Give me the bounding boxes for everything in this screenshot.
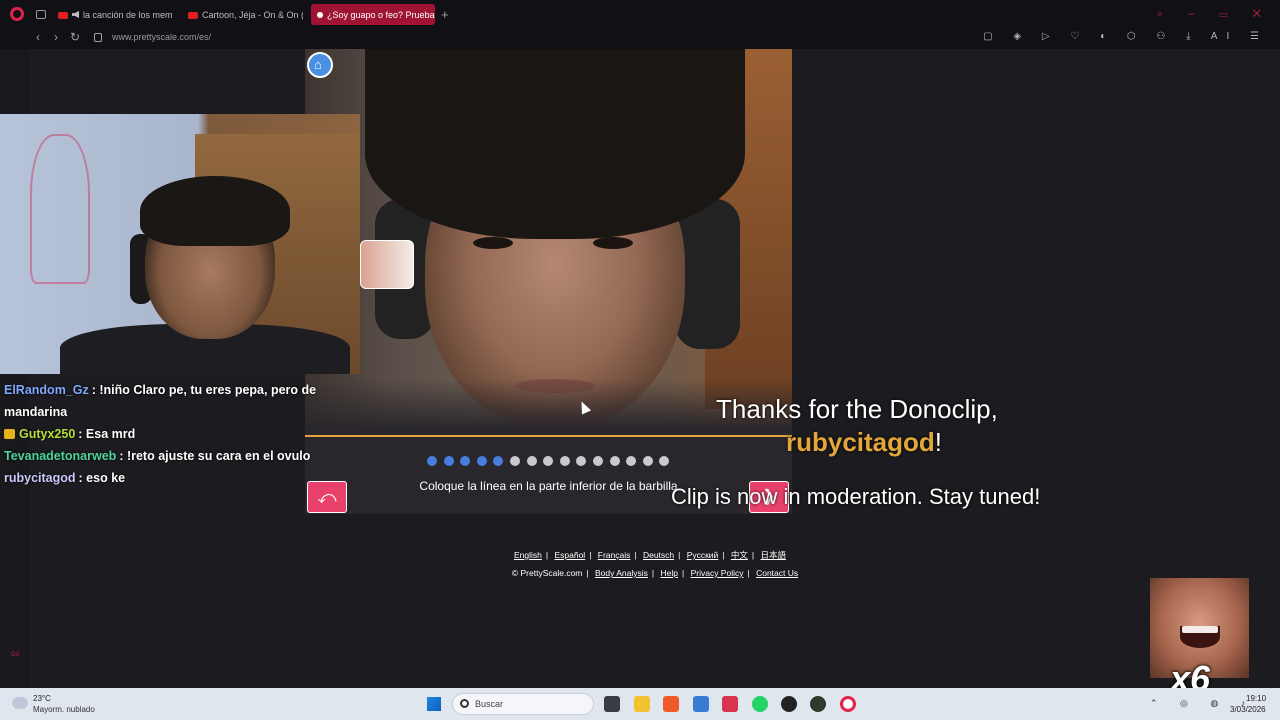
tab-prettyscale[interactable]: ¿Soy guapo o feo? Prueba (311, 4, 435, 25)
progress-dot (526, 456, 537, 466)
reload-icon[interactable]: ↻ (70, 30, 80, 44)
brave-icon[interactable] (663, 696, 679, 712)
forward-icon[interactable]: › (54, 30, 58, 44)
chat-text: : Esa mrd (78, 427, 136, 441)
opera-gx-icon[interactable] (840, 696, 856, 712)
subscriber-badge-icon (4, 429, 15, 439)
home-button[interactable]: ⌂ (307, 52, 333, 78)
progress-dot (427, 456, 437, 466)
weather-description[interactable]: Mayorm. nublado (33, 705, 95, 714)
lang-russian[interactable]: Русский (687, 550, 719, 560)
lock-icon[interactable] (94, 33, 102, 42)
body-analysis-link[interactable]: Body Analysis (595, 568, 648, 578)
tab-label: Cartoon, Jéja - On & On (f (202, 10, 303, 20)
clock-time[interactable]: 19:10 (1246, 694, 1266, 703)
chat-message: ElRandom_Gz: !niño Claro pe, tu eres pep… (4, 379, 344, 423)
lang-francais[interactable]: Français (598, 550, 631, 560)
chin-marker-line[interactable] (305, 435, 792, 437)
eye-right (593, 237, 633, 249)
lang-japanese[interactable]: 日本語 (761, 550, 787, 560)
donation-username: rubycitagod (786, 427, 935, 457)
language-links: English | Español | Français | Deutsch | Рус… (513, 550, 787, 560)
chat-message: rubycitagod: eso ke (4, 467, 344, 489)
file-explorer-icon[interactable] (634, 696, 650, 712)
donation-username-line: rubycitagod! (786, 427, 942, 458)
windows-start-icon[interactable] (427, 697, 441, 711)
lang-espanol[interactable]: Español (554, 550, 585, 560)
window-controls[interactable]: ⌕ – ▭ ✕ (1157, 8, 1272, 21)
new-tab-button[interactable]: + (441, 7, 449, 22)
face-hair (365, 49, 745, 239)
clock-date[interactable]: 3/03/2026 (1230, 705, 1266, 714)
cloud-icon[interactable] (12, 697, 28, 709)
streamer-webcam (0, 114, 360, 374)
progress-dot (642, 456, 653, 466)
chat-text: : !reto ajuste su cara en el ovulo (119, 449, 311, 463)
task-view-icon[interactable] (604, 696, 620, 712)
opera-logo-icon[interactable] (10, 7, 24, 21)
contact-us-link[interactable]: Contact Us (756, 568, 798, 578)
youtube-icon (188, 12, 198, 19)
progress-dot (559, 456, 570, 466)
eye-left (473, 237, 513, 249)
tab-label: ¿Soy guapo o feo? Prueba (327, 10, 435, 20)
lang-chinese[interactable]: 中文 (731, 550, 748, 560)
windows-taskbar: 23°C Mayorm. nublado Buscar ⌃ ◎ ◍ ♪ 19:1… (0, 688, 1280, 720)
chat-message: Gutyx250: Esa mrd (4, 423, 344, 445)
donation-exclaim: ! (934, 427, 943, 457)
speaker-icon[interactable] (72, 11, 79, 18)
chat-text: : eso ke (78, 471, 126, 485)
home-icon: ⌂ (314, 57, 322, 72)
search-icon (460, 699, 469, 708)
lang-english[interactable]: English (514, 550, 542, 560)
gx-label: GX (11, 652, 20, 658)
wall-drawing (30, 134, 90, 284)
youtube-icon (58, 12, 68, 19)
workspaces-icon[interactable] (36, 10, 46, 19)
site-favicon-icon (317, 12, 323, 18)
lang-deutsch[interactable]: Deutsch (643, 550, 674, 560)
emote-teeth (1182, 626, 1218, 633)
tab-cartoon[interactable]: Cartoon, Jéja - On & On (f (188, 4, 303, 25)
progress-dot (476, 456, 487, 466)
streamer-hair (140, 176, 290, 246)
stream-chat: ElRandom_Gz: !niño Claro pe, tu eres pep… (4, 379, 344, 489)
donation-thanks: Thanks for the Donoclip, (716, 394, 998, 424)
privacy-policy-link[interactable]: Privacy Policy (691, 568, 744, 578)
help-link[interactable]: Help (661, 568, 678, 578)
address-bar: ‹ › ↻ www.prettyscale.com/es/ ▢ ◈ ▷ ♡ ◐ … (0, 29, 1280, 49)
tab-bar: la canción de los mem Cartoon, Jéja - On… (0, 0, 1280, 29)
progress-dot (443, 456, 454, 466)
xbox-icon[interactable] (810, 696, 826, 712)
search-placeholder: Buscar (475, 699, 504, 709)
chat-username: rubycitagod (4, 471, 76, 485)
tab-label: la canción de los mem (83, 10, 173, 20)
browser-toolbar-icons[interactable]: ▢ ◈ ▷ ♡ ◐ ⬡ ⚇ ⤓ AI ☰ (983, 31, 1268, 42)
chat-username: Tevanadetonarweb (4, 449, 117, 463)
chat-username: Gutyx250 (19, 427, 76, 441)
adobe-icon[interactable] (722, 696, 738, 712)
progress-dot (593, 456, 603, 466)
notepad-icon[interactable] (693, 696, 709, 712)
weather-temperature[interactable]: 23°C (33, 694, 51, 703)
obs-icon[interactable] (781, 696, 797, 712)
ai-button[interactable]: AI (1211, 31, 1238, 42)
progress-dot (609, 456, 620, 466)
taskbar-search[interactable]: Buscar (452, 693, 594, 715)
donation-moderation: Clip is now in moderation. Stay tuned! (671, 484, 1041, 509)
back-icon[interactable]: ‹ (36, 30, 40, 44)
copyright: © PrettyScale.com (511, 568, 583, 578)
url-field[interactable]: www.prettyscale.com/es/ (112, 32, 211, 42)
chat-message: Tevanadetonarweb: !reto ajuste su cara e… (4, 445, 344, 467)
tab-song[interactable]: la canción de los mem (58, 4, 174, 25)
whatsapp-icon[interactable] (752, 696, 768, 712)
footer-links: © PrettyScale.com | Body Analysis | Help | … (511, 568, 799, 578)
face-thumbnail (360, 240, 414, 289)
progress-dot (510, 456, 520, 466)
chat-username: ElRandom_Gz (4, 383, 89, 397)
